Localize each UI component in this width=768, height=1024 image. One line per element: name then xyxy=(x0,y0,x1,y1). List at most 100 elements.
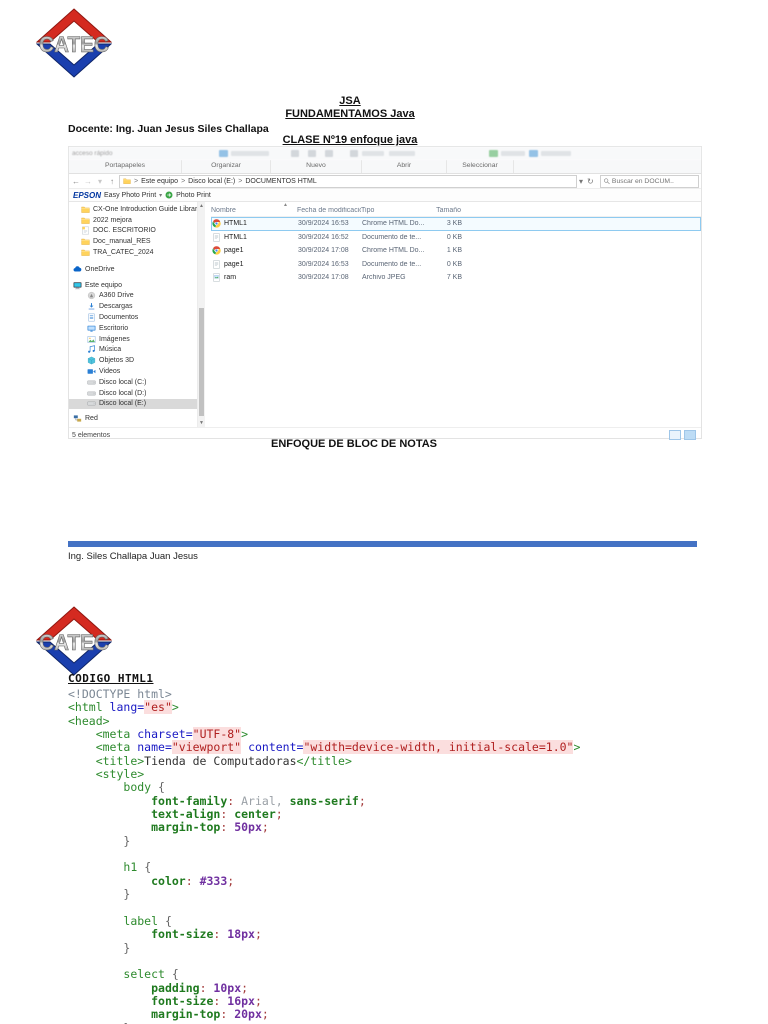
code-line: select { xyxy=(123,967,179,982)
file-type: Chrome HTML Do... xyxy=(362,247,425,255)
documents-icon xyxy=(87,313,96,322)
folder-icon xyxy=(123,177,131,185)
scroll-down-icon[interactable]: ▼ xyxy=(198,420,205,426)
code-line: } xyxy=(123,887,131,902)
sidebar-item-disco-local-c-[interactable]: Disco local (C:) xyxy=(69,377,197,388)
up-icon[interactable]: ↑ xyxy=(107,177,117,186)
ribbon-button[interactable] xyxy=(362,151,384,156)
sidebar-item-red[interactable]: Red xyxy=(69,413,197,424)
file-size: 3 KB xyxy=(446,220,462,228)
code-line: font-family: Arial, sans-serif; xyxy=(151,793,366,808)
epson-photo-print-button[interactable]: Photo Print xyxy=(176,192,211,199)
code-title: CODIGO HTML1 xyxy=(68,672,154,685)
search-box[interactable] xyxy=(599,174,699,188)
drive-icon xyxy=(87,389,96,398)
breadcrumb[interactable]: > Este equipo > Disco local (E:) > DOCUMENTOS… xyxy=(119,174,577,188)
sidebar-item-doc-manual-res[interactable]: Doc_manual_RES xyxy=(69,236,197,247)
code-line: } xyxy=(123,940,131,955)
catec-logo-text: CATEC xyxy=(39,630,109,655)
sidebar-item-2022-mejora[interactable]: 2022 mejora xyxy=(69,215,197,226)
code-line: color: #333; xyxy=(151,873,235,888)
address-dropdown-icon[interactable]: ▾ xyxy=(579,177,583,186)
sidebar-item-label: Este equipo xyxy=(85,281,122,289)
textfile-file-icon xyxy=(212,260,221,269)
folder-icon xyxy=(81,248,90,257)
ribbon-group-portapapeles: Portapapeles xyxy=(69,160,182,173)
breadcrumb-segment[interactable]: DOCUMENTOS HTML xyxy=(245,178,316,185)
file-name: page1 xyxy=(224,260,244,268)
sidebar-item-videos[interactable]: Videos xyxy=(69,366,197,377)
back-icon[interactable]: ← xyxy=(71,177,81,186)
ribbon-button[interactable] xyxy=(308,150,316,157)
sidebar-item-a360-drive[interactable]: A360 Drive xyxy=(69,291,197,302)
ribbon-button[interactable] xyxy=(291,150,299,157)
refresh-icon[interactable]: ↻ xyxy=(587,177,594,186)
sidebar-item-objetos-3d[interactable]: Objetos 3D xyxy=(69,355,197,366)
sidebar-item-label: Disco local (E:) xyxy=(99,400,147,408)
recent-dropdown-icon[interactable]: ▾ xyxy=(95,177,105,186)
ribbon-button[interactable] xyxy=(325,150,333,157)
ribbon-button[interactable] xyxy=(350,150,358,157)
code-line: h1 { xyxy=(123,860,152,875)
file-size: 1 KB xyxy=(446,247,462,255)
sidebar-item-documentos[interactable]: Documentos xyxy=(69,312,197,323)
sidebar-item-descargas[interactable]: Descargas xyxy=(69,301,197,312)
photo-print-icon xyxy=(165,191,173,199)
ribbon-button[interactable] xyxy=(219,150,228,157)
file-date: 30/9/2024 17:08 xyxy=(298,247,349,255)
breadcrumb-segment[interactable]: Este equipo xyxy=(141,178,178,185)
file-type: Archivo JPEG xyxy=(362,274,406,282)
search-input[interactable] xyxy=(611,177,696,185)
column-header-type[interactable]: Tipo xyxy=(361,207,427,214)
file-row[interactable]: HTML1 30/9/2024 16:53 Chrome HTML Do... 3 K… xyxy=(211,217,701,231)
file-name: ram xyxy=(224,274,237,282)
code-line: body { xyxy=(123,780,165,795)
sidebar-item-m-sica[interactable]: Música xyxy=(69,345,197,356)
breadcrumb-segment[interactable]: Disco local (E:) xyxy=(188,178,235,185)
code-listing: <!DOCTYPE html> <html lang="es"> <head> <m… xyxy=(68,687,580,1024)
file-row[interactable]: page1 30/9/2024 17:08 Chrome HTML Do... 1 K… xyxy=(211,244,701,258)
ribbon-button[interactable] xyxy=(489,150,498,157)
forward-icon[interactable]: → xyxy=(83,177,93,186)
sidebar-item-im-genes[interactable]: Imágenes xyxy=(69,334,197,345)
column-header-date[interactable]: Fecha de modificación xyxy=(297,207,361,214)
sidebar-item-disco-local-d-[interactable]: Disco local (D:) xyxy=(69,388,197,399)
code-line: margin-top: 20px; xyxy=(151,1007,269,1022)
ribbon-button[interactable] xyxy=(529,150,538,157)
scroll-up-icon[interactable]: ▲ xyxy=(198,203,205,209)
sidebar-item-tra-catec-2024[interactable]: TRA_CATEC_2024 xyxy=(69,247,197,258)
epson-easy-photo-print-button[interactable]: Easy Photo Print xyxy=(104,192,156,199)
sidebar-item-este-equipo[interactable]: Este equipo xyxy=(69,280,197,291)
textfile-file-icon xyxy=(212,233,221,242)
epson-toolbar: EPSON Easy Photo Print ▾ Photo Print xyxy=(69,189,701,202)
sidebar-item-doc-escritorio[interactable]: DOC. ESCRITORIO xyxy=(69,226,197,237)
code-line: margin-top: 50px; xyxy=(151,820,269,835)
sidebar-item-disco-local-e-[interactable]: Disco local (E:) xyxy=(69,398,197,410)
ribbon-group-nuevo: Nuevo xyxy=(271,160,362,173)
sidebar-scrollbar[interactable]: ▲ ▼ xyxy=(197,202,205,427)
pictures-icon xyxy=(87,335,96,344)
network-icon xyxy=(73,414,82,423)
sidebar-item-cx-one-introduction-guide-library[interactable]: CX-One Introduction Guide Library xyxy=(69,204,197,215)
sidebar-item-escritorio[interactable]: Escritorio xyxy=(69,323,197,334)
sidebar-item-label: Descargas xyxy=(99,303,133,311)
ribbon-button[interactable] xyxy=(231,151,269,156)
sidebar-item-onedrive[interactable]: OneDrive xyxy=(69,264,197,275)
chevron-down-icon[interactable]: ▾ xyxy=(159,192,162,199)
file-row[interactable]: page1 30/9/2024 16:53 Documento de te... 0 … xyxy=(211,258,701,272)
sidebar-item-label: Red xyxy=(85,415,98,423)
ribbon-button[interactable] xyxy=(389,151,415,156)
epson-logo: EPSON xyxy=(73,190,102,200)
ribbon-button[interactable] xyxy=(501,151,525,156)
column-header-size[interactable]: Tamaño xyxy=(427,207,463,214)
file-row[interactable]: ram 30/9/2024 17:08 Archivo JPEG 7 KB xyxy=(211,271,701,285)
ribbon-button[interactable] xyxy=(541,151,571,156)
quick-access-label: acceso rápido xyxy=(72,150,113,157)
scrollbar-thumb[interactable] xyxy=(199,308,204,416)
sort-ascending-icon: ▲ xyxy=(283,202,288,208)
file-row[interactable]: HTML1 30/9/2024 16:52 Documento de te... 0 … xyxy=(211,231,701,245)
section-caption: ENFOQUE DE BLOC DE NOTAS xyxy=(270,438,438,450)
code-line: <head> xyxy=(68,713,110,728)
